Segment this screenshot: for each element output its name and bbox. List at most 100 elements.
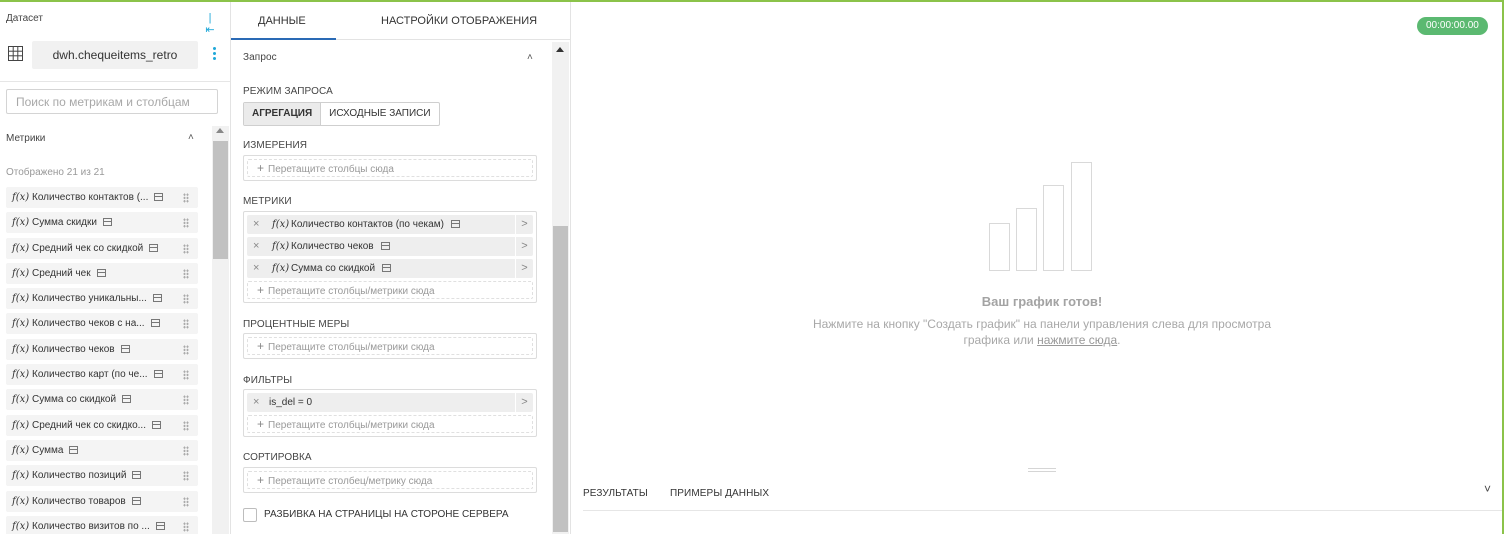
scrollbar-thumb[interactable]: [553, 226, 568, 532]
metric-item[interactable]: f(x) Количество товаров: [6, 490, 198, 512]
dataset-menu-icon[interactable]: [210, 45, 218, 63]
server-pagination-label[interactable]: РАЗБИВКА НА СТРАНИЦЫ НА СТОРОНЕ СЕРВЕРА: [264, 509, 509, 520]
dimensions-title: ИЗМЕРЕНИЯ: [243, 140, 308, 151]
drag-handle-icon[interactable]: [183, 344, 189, 355]
filter-label: is_del = 0: [269, 397, 313, 408]
selected-metric-chip[interactable]: × f(x) Сумма со скидкой >: [247, 259, 533, 278]
chart-ready-hint-line2: графика или нажмите сюда.: [572, 333, 1504, 347]
filters-dropzone: × is_del = 0 > + Перетащите столбцы/метрики…: [243, 389, 537, 437]
filters-drop-target[interactable]: + Перетащите столбцы/метрики сюда: [247, 415, 533, 433]
drag-handle-icon[interactable]: [183, 243, 189, 254]
metric-item[interactable]: f(x) Количество позиций: [6, 465, 198, 487]
calculator-icon: [120, 344, 130, 353]
scroll-up-icon[interactable]: [216, 128, 224, 133]
function-icon: f(x): [272, 263, 290, 274]
drag-handle-icon[interactable]: [183, 420, 189, 431]
tab-data-samples[interactable]: ПРИМЕРЫ ДАННЫХ: [670, 488, 769, 499]
drag-handle-icon[interactable]: [183, 370, 189, 381]
drag-handle-icon[interactable]: [183, 193, 189, 203]
metric-item[interactable]: f(x) Средний чек со скидкой: [6, 237, 198, 259]
metric-item[interactable]: f(x) Количество визитов по ...: [6, 515, 198, 534]
metrics-drop-target[interactable]: + Перетащите столбцы/метрики сюда: [247, 281, 533, 299]
metric-item[interactable]: f(x) Сумма: [6, 439, 198, 461]
drop-hint: Перетащите столбцы/метрики сюда: [268, 286, 435, 297]
metric-label: Средний чек: [32, 267, 91, 279]
drag-handle-icon[interactable]: [183, 395, 189, 406]
metric-label: Количество товаров: [32, 495, 126, 507]
metric-item[interactable]: f(x) Количество чеков с на...: [6, 313, 198, 335]
search-input[interactable]: [6, 89, 218, 114]
chevron-right-icon[interactable]: >: [515, 237, 533, 256]
drag-handle-icon[interactable]: [183, 521, 189, 532]
sorting-drop-target[interactable]: + Перетащите столбец/метрику сюда: [247, 471, 533, 489]
metric-item[interactable]: f(x) Количество контактов (...: [6, 187, 198, 208]
drag-handle-icon[interactable]: [183, 445, 189, 456]
tab-data[interactable]: ДАННЫЕ: [258, 15, 306, 27]
mode-raw-records-button[interactable]: ИСХОДНЫЕ ЗАПИСИ: [321, 103, 438, 125]
divider: [583, 510, 1504, 511]
dataset-name-button[interactable]: dwh.chequeitems_retro: [32, 41, 198, 69]
metric-item[interactable]: f(x) Сумма скидки: [6, 212, 198, 234]
calculator-icon: [155, 521, 165, 530]
mode-aggregation-button[interactable]: АГРЕГАЦИЯ: [244, 103, 322, 125]
function-icon: f(x): [12, 520, 30, 532]
function-icon: f(x): [12, 419, 30, 431]
remove-icon[interactable]: ×: [253, 215, 259, 234]
query-section-title: Запрос: [243, 52, 277, 63]
metric-label: Количество чеков: [32, 343, 115, 355]
calculator-icon: [131, 496, 141, 505]
chevron-right-icon[interactable]: >: [515, 215, 533, 234]
metric-item[interactable]: f(x) Количество уникальны...: [6, 288, 198, 310]
metric-item[interactable]: f(x) Средний чек со скидко...: [6, 414, 198, 436]
config-tabs: ДАННЫЕ НАСТРОЙКИ ОТОБРАЖЕНИЯ: [231, 2, 570, 40]
server-pagination-checkbox[interactable]: [243, 508, 257, 522]
chevron-right-icon[interactable]: >: [515, 393, 533, 412]
remove-icon[interactable]: ×: [253, 393, 259, 412]
remove-icon[interactable]: ×: [253, 237, 259, 256]
selected-metric-chip[interactable]: × f(x) Количество контактов (по чекам) >: [247, 215, 533, 234]
scrollbar-thumb[interactable]: [213, 141, 228, 259]
metric-item[interactable]: f(x) Сумма со скидкой: [6, 389, 198, 411]
chevron-right-icon[interactable]: >: [515, 259, 533, 278]
drag-handle-icon[interactable]: [183, 319, 189, 330]
selected-metric-chip[interactable]: × f(x) Количество чеков >: [247, 237, 533, 256]
chevron-up-icon[interactable]: ˄: [527, 52, 533, 63]
scroll-up-icon[interactable]: [556, 47, 564, 52]
chevron-down-icon[interactable]: ˅: [1484, 482, 1491, 496]
function-icon: f(x): [12, 267, 30, 279]
metric-label: Средний чек со скидко...: [32, 419, 146, 431]
metric-label: Количество контактов (...: [32, 192, 149, 203]
metric-item[interactable]: f(x) Средний чек: [6, 262, 198, 284]
calculator-icon: [69, 445, 79, 454]
dataset-label: Датасет: [6, 13, 43, 24]
dimensions-drop-target[interactable]: + Перетащите столбцы сюда: [247, 159, 533, 177]
metric-item[interactable]: f(x) Количество чеков: [6, 338, 198, 360]
chart-placeholder-icon: [987, 157, 1097, 271]
chevron-up-icon[interactable]: ˄: [188, 132, 194, 143]
chart-config-panel: ДАННЫЕ НАСТРОЙКИ ОТОБРАЖЕНИЯ Запрос ˄ РЕ…: [231, 2, 571, 534]
query-mode-toggle: АГРЕГАЦИЯ ИСХОДНЫЕ ЗАПИСИ: [243, 102, 440, 126]
tab-results[interactable]: РЕЗУЛЬТАТЫ: [583, 488, 648, 499]
chart-preview-area: 00:00:00.00 Ваш график готов! Нажмите на…: [572, 2, 1504, 534]
drag-handle-icon[interactable]: [183, 268, 189, 279]
drop-hint: Перетащите столбец/метрику сюда: [268, 476, 433, 487]
tab-display-settings[interactable]: НАСТРОЙКИ ОТОБРАЖЕНИЯ: [381, 15, 537, 27]
collapse-panel-icon[interactable]: |⇤: [204, 12, 216, 36]
calculator-icon: [380, 242, 390, 250]
percent-drop-target[interactable]: + Перетащите столбцы/метрики сюда: [247, 337, 533, 355]
drag-handle-icon[interactable]: [183, 218, 189, 229]
resize-handle[interactable]: [1028, 468, 1056, 472]
function-icon: f(x): [12, 293, 30, 305]
drag-handle-icon[interactable]: [183, 496, 189, 507]
click-here-link[interactable]: нажмите сюда: [1037, 333, 1117, 347]
drag-handle-icon[interactable]: [183, 471, 189, 482]
remove-icon[interactable]: ×: [253, 259, 259, 278]
table-icon: [8, 46, 23, 61]
metric-item[interactable]: f(x) Количество карт (по че...: [6, 364, 198, 386]
dimensions-dropzone: + Перетащите столбцы сюда: [243, 155, 537, 181]
drag-handle-icon[interactable]: [183, 294, 189, 305]
hint-text: .: [1117, 333, 1121, 347]
function-icon: f(x): [12, 242, 30, 254]
sorting-dropzone: + Перетащите столбец/метрику сюда: [243, 467, 537, 493]
filter-chip[interactable]: × is_del = 0 >: [247, 393, 533, 412]
